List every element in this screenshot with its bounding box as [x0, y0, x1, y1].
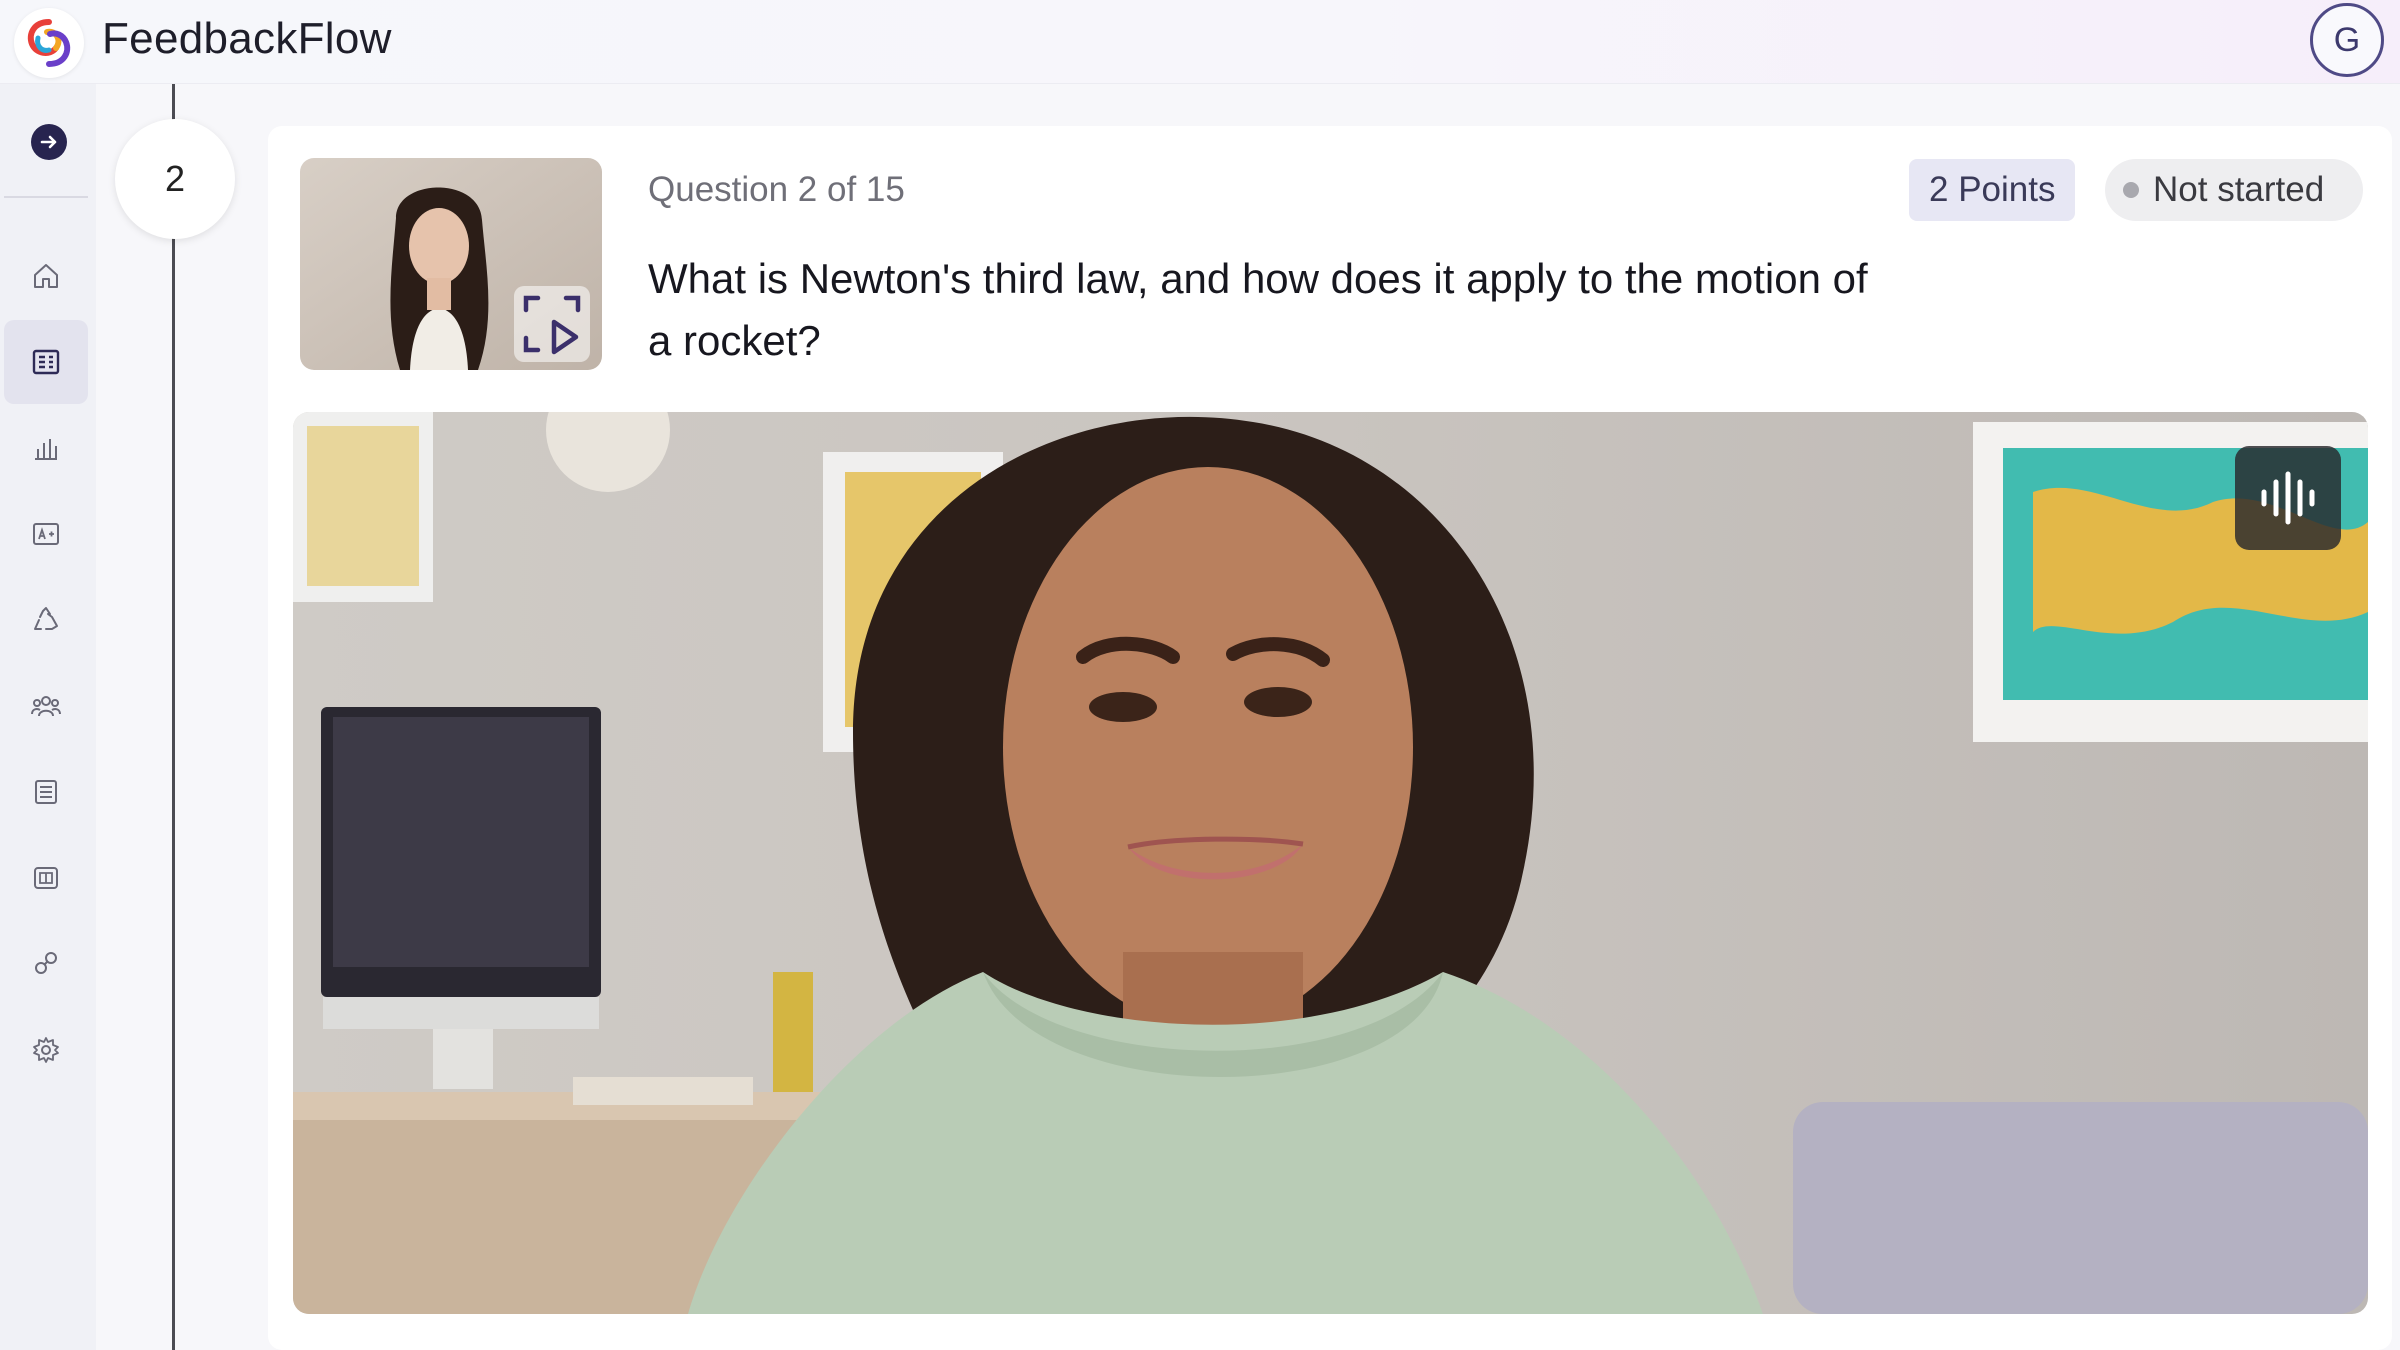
- profile-avatar[interactable]: G: [2310, 3, 2384, 77]
- bar-chart-icon: [35, 439, 57, 460]
- book-icon: [34, 867, 58, 889]
- expand-play-icon[interactable]: [514, 286, 590, 362]
- sidebar-item-library[interactable]: [4, 836, 88, 920]
- grade-icon: [33, 523, 59, 545]
- question-text: What is Newton's third law, and how does…: [648, 255, 1868, 364]
- sidebar-item-home[interactable]: [4, 234, 88, 318]
- sidebar-item-recycle[interactable]: [4, 578, 88, 662]
- sidebar-collapse-button[interactable]: [31, 124, 67, 160]
- swirl-logo-icon[interactable]: [14, 8, 84, 78]
- status-label: Not started: [2153, 170, 2325, 209]
- home-icon: [34, 264, 58, 288]
- sidebar-item-users[interactable]: [4, 664, 88, 748]
- presenter-video-thumbnail[interactable]: [300, 158, 602, 370]
- step-rail: [96, 84, 266, 1350]
- question-counter: Question 2 of 15: [648, 170, 905, 209]
- top-bar: FeedbackFlow G: [0, 0, 2400, 84]
- list-icon: [35, 780, 57, 804]
- webcam-video-feed[interactable]: [293, 412, 2368, 1314]
- users-icon: [31, 696, 61, 717]
- sidebar-divider: [4, 196, 88, 198]
- sidebar-item-integrations[interactable]: [4, 922, 88, 1006]
- integrations-icon: [35, 952, 57, 974]
- assessment-icon: [32, 349, 60, 375]
- points-badge: 2 Points: [1909, 159, 2076, 221]
- brand-name: FeedbackFlow: [102, 14, 392, 63]
- arrow-right-circle-icon: [40, 135, 57, 149]
- sidebar-item-assessments[interactable]: [4, 320, 88, 404]
- settings-icon: [33, 1037, 59, 1063]
- status-badge: Not started: [2105, 159, 2363, 221]
- step-rail-line: [172, 84, 175, 1350]
- sidebar-item-grades[interactable]: [4, 492, 88, 576]
- audio-waveform-icon: [2261, 471, 2315, 525]
- recycle-icon: [34, 607, 58, 630]
- sidebar-item-analytics[interactable]: [4, 406, 88, 490]
- sidebar: [0, 84, 96, 1350]
- sidebar-item-settings[interactable]: [4, 1008, 88, 1092]
- status-dot-icon: [2123, 182, 2139, 198]
- sidebar-item-reports[interactable]: [4, 750, 88, 834]
- current-step-indicator[interactable]: 2: [115, 119, 235, 239]
- audio-toggle-button[interactable]: [2235, 446, 2341, 550]
